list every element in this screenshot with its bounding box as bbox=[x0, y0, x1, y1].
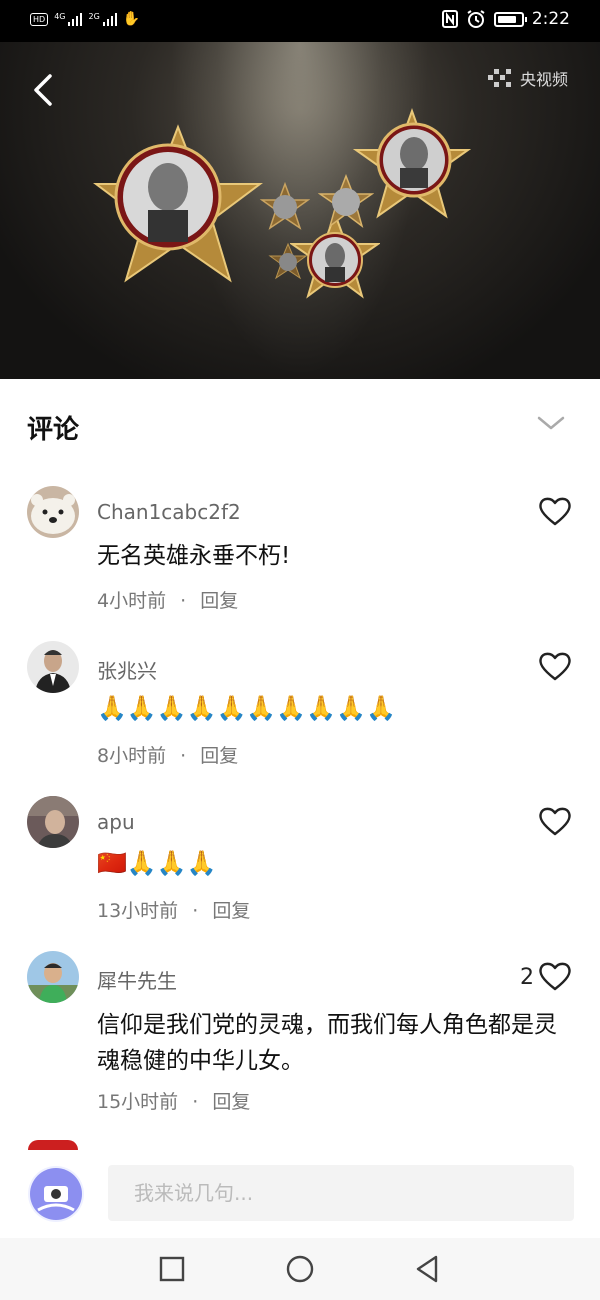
heart-icon[interactable] bbox=[538, 496, 572, 526]
avatar[interactable] bbox=[27, 641, 79, 693]
comment-meta: 8小时前 · 回复 bbox=[97, 741, 238, 768]
comment-input-bar bbox=[0, 1150, 600, 1238]
comment-meta: 4小时前 · 回复 bbox=[97, 586, 238, 613]
reply-link[interactable]: 回复 bbox=[200, 745, 238, 767]
comment-username[interactable]: 犀牛先生 bbox=[97, 965, 177, 994]
battery-icon bbox=[493, 11, 527, 27]
medal-portrait-4 bbox=[318, 174, 374, 230]
meta-separator: · bbox=[180, 590, 187, 612]
recents-square-icon[interactable] bbox=[156, 1253, 188, 1285]
hd-badge: HD bbox=[30, 12, 49, 26]
status-bar: HD 4G 2G ✋ 2:22 bbox=[0, 0, 600, 42]
reply-link[interactable]: 回复 bbox=[212, 900, 250, 922]
meta-separator: · bbox=[192, 1091, 199, 1113]
comment-time: 13小时前 bbox=[97, 900, 179, 922]
home-circle-icon[interactable] bbox=[284, 1253, 316, 1285]
brand-watermark: 央视频 bbox=[487, 66, 568, 90]
brand-logo-icon bbox=[487, 69, 514, 87]
comment-time: 8小时前 bbox=[97, 745, 167, 767]
reply-link[interactable]: 回复 bbox=[212, 1091, 250, 1113]
comment-username[interactable]: 张兆兴 bbox=[97, 655, 157, 684]
nfc-icon bbox=[441, 10, 458, 28]
avatar[interactable] bbox=[27, 951, 79, 1003]
medal-portrait-1 bbox=[88, 122, 268, 292]
brand-label: 央视频 bbox=[519, 70, 568, 89]
sim2-signal-icon: 2G bbox=[88, 12, 117, 26]
heart-icon[interactable] bbox=[538, 806, 572, 836]
comment-text: 🙏🙏🙏🙏🙏🙏🙏🙏🙏🙏 bbox=[97, 694, 396, 722]
heart-icon[interactable] bbox=[538, 961, 572, 991]
comment-input[interactable] bbox=[108, 1165, 574, 1221]
sim1-signal-icon: 4G bbox=[54, 12, 83, 26]
comment-username[interactable]: apu bbox=[97, 810, 135, 834]
avatar[interactable] bbox=[27, 486, 79, 538]
comment-meta: 13小时前 · 回复 bbox=[97, 896, 250, 923]
back-button[interactable] bbox=[28, 72, 64, 112]
heart-icon[interactable] bbox=[538, 651, 572, 681]
avatar-partial bbox=[28, 1140, 78, 1150]
meta-separator: · bbox=[192, 900, 199, 922]
reply-link[interactable]: 回复 bbox=[200, 590, 238, 612]
video-player[interactable]: 央视频 bbox=[0, 42, 600, 379]
meta-separator: · bbox=[180, 745, 187, 767]
status-left: HD 4G 2G ✋ bbox=[30, 11, 140, 27]
like-count: 2 bbox=[520, 965, 534, 990]
comments-header: 评论 bbox=[0, 379, 600, 469]
comment-text: 信仰是我们党的灵魂，而我们每人角色都是灵魂稳健的中华儿女。 bbox=[97, 1012, 557, 1074]
medal-portrait-6 bbox=[268, 242, 308, 282]
comment-username[interactable]: Chan1cabc2f2 bbox=[97, 500, 241, 524]
status-right: 2:22 bbox=[441, 9, 570, 29]
my-avatar[interactable] bbox=[28, 1166, 84, 1222]
hand-icon: ✋ bbox=[122, 11, 141, 27]
comments-title: 评论 bbox=[27, 415, 80, 445]
clock: 2:22 bbox=[531, 9, 570, 29]
chevron-left-icon bbox=[34, 74, 52, 106]
comment-meta: 15小时前 · 回复 bbox=[97, 1087, 250, 1114]
alarm-icon bbox=[467, 10, 485, 28]
back-triangle-icon[interactable] bbox=[412, 1253, 444, 1285]
medal-portrait-5 bbox=[260, 182, 310, 232]
comment-time: 15小时前 bbox=[97, 1091, 179, 1113]
avatar[interactable] bbox=[27, 796, 79, 848]
chevron-down-icon[interactable] bbox=[536, 413, 566, 433]
comment-text: 🇨🇳🙏🙏🙏 bbox=[97, 849, 217, 877]
comment-text: 无名英雄永垂不朽! bbox=[97, 543, 291, 569]
system-nav-bar bbox=[0, 1238, 600, 1300]
comment-time: 4小时前 bbox=[97, 590, 167, 612]
